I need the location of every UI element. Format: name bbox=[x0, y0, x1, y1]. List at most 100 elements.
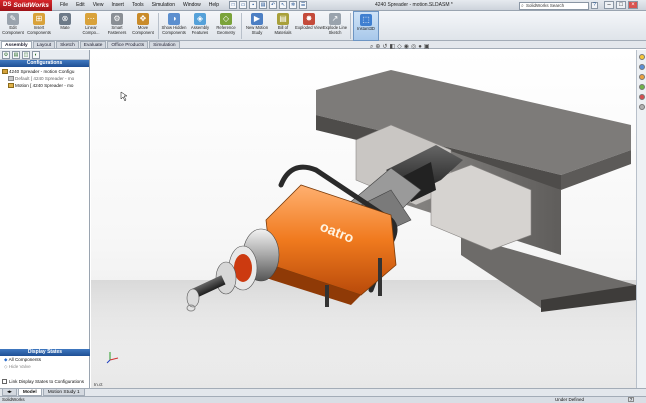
tree-root-item[interactable]: 4240 Spreader - motion Configu bbox=[2, 68, 87, 75]
help-icon[interactable]: ? bbox=[591, 2, 598, 9]
solidworks-logo[interactable]: DS SolidWorks bbox=[0, 0, 52, 11]
open-file-icon[interactable]: ▭ bbox=[239, 1, 248, 9]
ribbon-button-reference-geometry[interactable]: ◇ Reference Geometry bbox=[213, 11, 239, 41]
menu-window[interactable]: Window bbox=[179, 0, 205, 11]
menu-file[interactable]: File bbox=[56, 0, 72, 11]
ribbon-button-label: Explode Line Sketch bbox=[322, 25, 348, 35]
app-name: SolidWorks bbox=[13, 1, 49, 9]
ribbon-button-insert-components[interactable]: ⊞ Insert Components bbox=[26, 11, 52, 41]
select-icon[interactable]: ↖ bbox=[279, 1, 288, 9]
print-icon[interactable]: ▤ bbox=[259, 1, 268, 9]
ribbon-button-new-motion-study[interactable]: ▶ New Motion Study bbox=[244, 11, 270, 41]
search-icon: ⌕ bbox=[521, 2, 524, 9]
configuration-tree: 4240 Spreader - motion Configu Default [… bbox=[0, 67, 89, 90]
appearance-icon[interactable]: ● bbox=[418, 44, 422, 51]
minimize-button[interactable]: – bbox=[604, 1, 614, 9]
file-explorer-icon[interactable] bbox=[638, 74, 645, 80]
tab-sketch[interactable]: Sketch bbox=[56, 41, 79, 48]
previous-view-icon[interactable]: ↺ bbox=[382, 44, 387, 51]
undo-icon[interactable]: ↶ bbox=[269, 1, 278, 9]
nav-arrows[interactable]: ◂▸ bbox=[2, 389, 17, 396]
feature-manager-tab-icon[interactable]: ⚙ bbox=[2, 51, 10, 59]
ribbon-button-smart-fasteners[interactable]: ⚙ Smart Fasteners bbox=[104, 11, 130, 41]
tab-layout[interactable]: Layout bbox=[32, 41, 56, 48]
menu-bar: File Edit View Insert Tools Simulation W… bbox=[56, 0, 223, 11]
configuration-manager-tab-icon[interactable]: ◫ bbox=[22, 51, 30, 59]
exploded-view-icon: ✸ bbox=[303, 13, 315, 25]
ribbon-button-instant3d[interactable]: ⬚ Instant3D bbox=[353, 11, 379, 41]
menu-simulation[interactable]: Simulation bbox=[148, 0, 179, 11]
menu-tools[interactable]: Tools bbox=[128, 0, 148, 11]
view-orientation-icon[interactable]: ◇ bbox=[397, 44, 402, 51]
menu-view[interactable]: View bbox=[89, 0, 108, 11]
hide-show-icon[interactable]: ◎ bbox=[411, 44, 416, 51]
linear-pattern-icon: ⋯ bbox=[85, 13, 97, 25]
ribbon-button-label: Smart Fasteners bbox=[107, 25, 127, 35]
connector-cap bbox=[186, 288, 200, 308]
tab-simulation[interactable]: Simulation bbox=[149, 41, 180, 48]
maximize-button[interactable]: □ bbox=[616, 1, 626, 9]
ribbon-button-exploded-view[interactable]: ✸ Exploded View bbox=[295, 11, 323, 41]
insert-components-icon: ⊞ bbox=[33, 13, 45, 25]
ribbon-button-label: Exploded View bbox=[295, 25, 323, 30]
spreader-model-render: oatro bbox=[91, 70, 636, 388]
ribbon-button-label: Linear Compo... bbox=[82, 25, 100, 35]
status-definition: Under Defined bbox=[555, 397, 585, 402]
task-pane-strip bbox=[636, 50, 646, 388]
solidworks-window: DS SolidWorks File Edit View Insert Tool… bbox=[0, 0, 646, 403]
ribbon-button-label: Mate bbox=[60, 25, 70, 30]
appearances-icon[interactable] bbox=[638, 94, 645, 100]
tab-model[interactable]: Model bbox=[17, 389, 42, 396]
assembly-icon bbox=[2, 69, 8, 75]
menu-edit[interactable]: Edit bbox=[72, 0, 89, 11]
checkbox-icon[interactable] bbox=[2, 379, 7, 385]
ribbon-button-assembly-features[interactable]: ◈ Assembly Features bbox=[187, 11, 213, 41]
status-bar: SolidWorks Under Defined ? bbox=[0, 396, 646, 403]
tab-motion-study[interactable]: Motion Study 1 bbox=[42, 389, 85, 396]
rebuild-icon[interactable]: ✲ bbox=[289, 1, 298, 9]
display-manager-tab-icon[interactable]: ◐ bbox=[32, 51, 40, 59]
ribbon-button-edit-component[interactable]: ✎ Edit Component bbox=[0, 11, 26, 41]
display-state-all-components[interactable]: ◆ All Components bbox=[0, 356, 90, 363]
property-manager-tab-icon[interactable]: ▤ bbox=[12, 51, 20, 59]
scene-icon[interactable]: ▣ bbox=[424, 44, 430, 51]
graphics-area[interactable]: oatro bbox=[91, 50, 636, 388]
new-file-icon[interactable]: □ bbox=[229, 1, 238, 9]
save-icon[interactable]: ▪ bbox=[249, 1, 258, 9]
configuration-icon bbox=[8, 83, 14, 89]
ribbon-button-linear-pattern[interactable]: ⋯ Linear Compo... bbox=[78, 11, 104, 41]
display-style-icon[interactable]: ◉ bbox=[404, 44, 409, 51]
tree-item-default[interactable]: Default [ 4240 Spreader - mo bbox=[2, 75, 87, 82]
ribbon-button-show-hidden[interactable]: ◑ Show Hidden Components bbox=[161, 11, 187, 41]
display-states-header: Display States bbox=[0, 349, 90, 356]
zoom-to-fit-icon[interactable]: ⌕ bbox=[370, 44, 373, 51]
view-palette-icon[interactable] bbox=[638, 84, 645, 90]
tree-item-motion[interactable]: Motion [ 4240 Spreader - mo bbox=[2, 82, 87, 89]
ribbon-button-mate[interactable]: ⊗ Mate bbox=[52, 11, 78, 41]
section-view-icon[interactable]: ◧ bbox=[389, 44, 395, 51]
zoom-area-icon[interactable]: ⊕ bbox=[375, 44, 380, 51]
custom-properties-icon[interactable] bbox=[638, 104, 645, 110]
close-button[interactable]: × bbox=[628, 1, 638, 9]
display-state-hide-valve[interactable]: ◇ Hide Valve bbox=[0, 363, 90, 370]
link-display-states-checkbox[interactable]: Link Display States to Configurations bbox=[2, 378, 84, 385]
design-library-icon[interactable] bbox=[638, 64, 645, 70]
ribbon-button-move-component[interactable]: ✥ Move Component bbox=[130, 11, 156, 41]
search-input[interactable]: ⌕ SolidWorks Search bbox=[519, 1, 589, 10]
bill-of-materials-icon: ▤ bbox=[277, 13, 289, 25]
menu-help[interactable]: Help bbox=[205, 0, 223, 11]
resources-icon[interactable] bbox=[638, 54, 645, 60]
status-help-icon[interactable]: ? bbox=[628, 397, 634, 402]
menu-insert[interactable]: Insert bbox=[107, 0, 128, 11]
bottom-tabs: ◂▸ Model Motion Study 1 bbox=[0, 388, 646, 396]
options-icon[interactable]: ☰ bbox=[299, 1, 308, 9]
ribbon-button-label: Edit Component bbox=[2, 25, 24, 35]
move-component-icon: ✥ bbox=[137, 13, 149, 25]
document-title: 4240 Spreader - motion.SLDASM * bbox=[375, 2, 453, 8]
tab-office-products[interactable]: Office Products bbox=[107, 41, 149, 48]
quick-access-toolbar: □ ▭ ▪ ▤ ↶ ↖ ✲ ☰ bbox=[229, 1, 308, 9]
tab-evaluate[interactable]: Evaluate bbox=[79, 41, 107, 48]
ribbon-button-bill-of-materials[interactable]: ▤ Bill of Materials bbox=[270, 11, 296, 41]
tab-assembly[interactable]: Assembly bbox=[1, 41, 32, 48]
ribbon-button-explode-line-sketch[interactable]: ↗ Explode Line Sketch bbox=[322, 11, 348, 41]
